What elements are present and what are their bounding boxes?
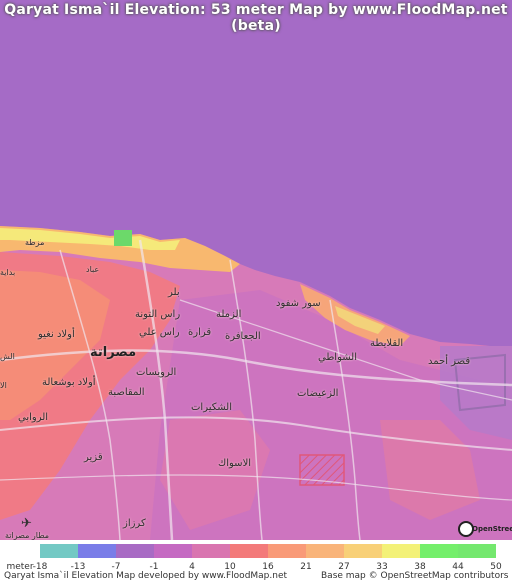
place-label: الروابي [18, 412, 49, 423]
airport-icon: ✈ [21, 516, 32, 531]
place-label: المقاصبة [108, 387, 145, 398]
place-label: مصراتة [90, 345, 137, 360]
place-label: قزير [84, 452, 103, 463]
legend-tick: 21 [300, 562, 312, 572]
elevation-map[interactable]: Qaryat Isma`il Elevation: 53 meter Map b… [0, 0, 512, 540]
place-label: عباد [86, 265, 100, 274]
place-label: الا [0, 381, 7, 390]
place-label: الاسواك [218, 458, 252, 469]
place-label: كرزاز [123, 518, 146, 529]
place-label: راس التونة [135, 309, 181, 320]
openstreetmap-badge[interactable]: OpenStreetMap [455, 521, 512, 539]
elevation-legend: -18 -13 -7 -1 4 10 16 21 27 33 38 44 50 meter Qaryat … [0, 540, 512, 582]
place-label: سور شفود [276, 298, 321, 309]
place-label: مزطة [25, 238, 45, 247]
place-label: قرارة [188, 327, 212, 338]
legend-swatch [420, 544, 458, 558]
place-label: أولاد نغيو [38, 329, 75, 340]
openstreetmap-badge-label: OpenStreetMap [472, 525, 512, 533]
place-label: القلايطة [370, 338, 404, 349]
place-label: الزعيضات [297, 388, 339, 399]
map-title: Qaryat Isma`il Elevation: 53 meter Map b… [4, 2, 508, 34]
place-label: الشواطي [318, 352, 357, 363]
legend-swatch [78, 544, 116, 558]
legend-swatch [306, 544, 344, 558]
map-page: Qaryat Isma`il Elevation: 53 meter Map b… [0, 0, 512, 582]
legend-swatch [268, 544, 306, 558]
place-label: الشكيرات [191, 402, 232, 413]
place-label: راس علي [139, 327, 180, 338]
place-label: مطار مصراتة [5, 531, 50, 540]
legend-color-scale [40, 544, 496, 558]
legend-swatch [458, 544, 496, 558]
place-label: بداية [0, 268, 16, 277]
legend-swatch [344, 544, 382, 558]
legend-swatch [40, 544, 78, 558]
legend-swatch [382, 544, 420, 558]
credit-right[interactable]: Base map © OpenStreetMap contributors [321, 571, 508, 581]
place-label: الرويسات [136, 367, 177, 378]
legend-swatch [116, 544, 154, 558]
legend-swatch [230, 544, 268, 558]
legend-swatch [192, 544, 230, 558]
place-label: قصر أحمد [428, 356, 471, 367]
green-high-spot [114, 230, 132, 246]
place-label: بلر [168, 287, 180, 298]
credit-left: Qaryat Isma`il Elevation Map developed b… [4, 571, 288, 581]
legend-swatch [154, 544, 192, 558]
place-label: الزملة [216, 309, 242, 320]
place-label: أولاد بوشعالة [42, 377, 96, 388]
place-label: الش [0, 352, 15, 361]
place-label: الجعافرة [225, 331, 261, 342]
elevation-map-canvas [0, 0, 512, 540]
